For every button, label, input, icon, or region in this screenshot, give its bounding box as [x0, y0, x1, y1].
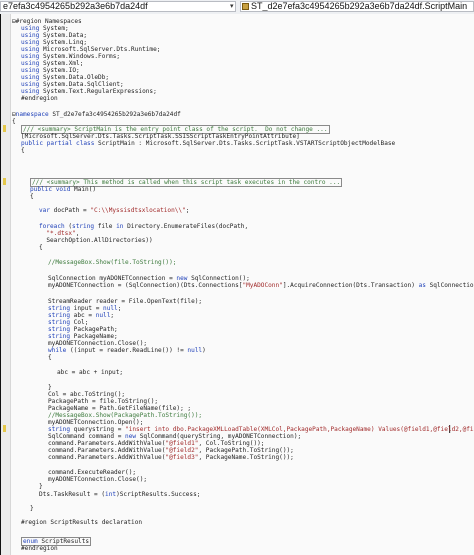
class-dropdown-value: ST_d2e7efa3c4954265b292a3e6b7da24df.Scri… — [251, 1, 468, 11]
navigation-bar: e7efa3c4954265b292a3e6b7da24df ▾ ST_d2e7… — [0, 0, 474, 15]
code-line[interactable]: myADONETConnection = (SqlConnection)(Dts… — [48, 282, 474, 290]
line-gutter — [0, 14, 11, 555]
code-line[interactable]: { — [21, 147, 25, 155]
code-line[interactable]: { — [48, 354, 52, 362]
code-line[interactable]: command.Parameters.AddWithValue("@field3… — [48, 454, 294, 462]
code-editor-window: e7efa3c4954265b292a3e6b7da24df ▾ ST_d2e7… — [0, 0, 474, 555]
code-line[interactable]: #endregion — [21, 545, 58, 553]
code-line[interactable]: } — [39, 483, 43, 491]
code-line[interactable]: { — [39, 244, 43, 252]
code-line[interactable]: SearchOption.AllDirectories)) — [39, 237, 152, 245]
screen-edge — [0, 14, 1, 555]
chevron-down-icon[interactable]: ▾ — [230, 2, 234, 10]
change-marker — [3, 178, 6, 185]
code-line[interactable]: Dts.TaskResult = (int)ScriptResults.Succ… — [39, 491, 200, 499]
code-line[interactable]: //MessageBox.Show(file.ToString()); — [48, 259, 176, 267]
code-line[interactable]: abc = abc + input; — [57, 369, 123, 377]
code-line[interactable]: var docPath = "C:\\Myssisdtsxlocation\\"… — [39, 207, 189, 215]
class-icon — [242, 3, 249, 10]
code-line[interactable]: myADONETConnection.Close(); — [48, 476, 147, 484]
code-line[interactable]: } — [30, 505, 34, 513]
code-line[interactable]: { — [30, 193, 34, 201]
code-line[interactable]: { — [12, 118, 16, 126]
code-line[interactable]: #endregion — [21, 95, 58, 103]
code-line[interactable]: public void Main() — [30, 186, 96, 194]
change-marker — [3, 125, 6, 132]
code-area[interactable]: I ⊟#region Namespaces using System; using … — [0, 14, 474, 555]
code-line[interactable]: #region ScriptResults declaration — [21, 519, 142, 527]
code-line[interactable]: public partial class ScriptMain : Micros… — [21, 140, 395, 148]
project-dropdown[interactable]: e7efa3c4954265b292a3e6b7da24df — [0, 1, 236, 12]
code-line[interactable]: ⊟namespace ST_d2e7efa3c4954265b292a3e6b7… — [12, 111, 181, 119]
code-line[interactable]: while ((input = reader.ReadLine()) != nu… — [48, 347, 206, 355]
change-marker — [3, 425, 6, 432]
project-dropdown-value: e7efa3c4954265b292a3e6b7da24df — [3, 1, 148, 11]
class-dropdown[interactable]: ST_d2e7efa3c4954265b292a3e6b7da24df.Scri… — [240, 1, 474, 12]
